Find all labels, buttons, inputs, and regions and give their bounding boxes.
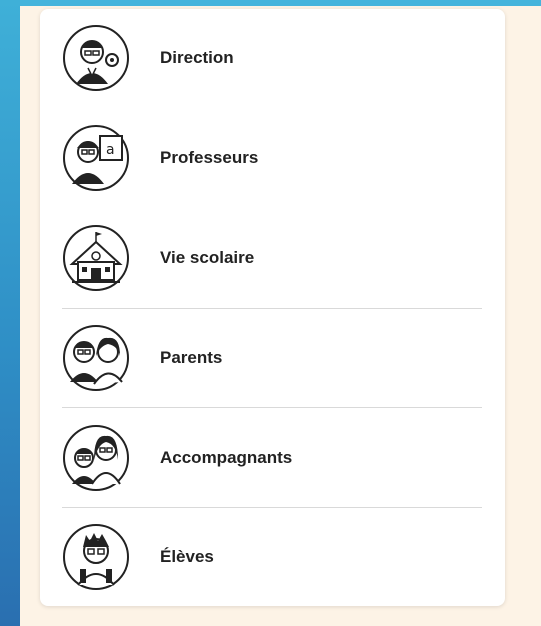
divider	[62, 407, 482, 408]
role-label-vie-scolaire: Vie scolaire	[160, 248, 255, 267]
role-label-accompagnants: Accompagnants	[160, 448, 293, 467]
role-label-professeurs: Professeurs	[160, 148, 259, 167]
role-label-eleves: Élèves	[160, 547, 214, 566]
role-item-direction[interactable]: Direction	[62, 9, 482, 107]
role-item-parents[interactable]: Parents	[62, 309, 482, 407]
top-edge-strip	[0, 0, 541, 6]
role-item-accompagnants[interactable]: Accompagnants	[62, 409, 482, 507]
left-edge-strip	[0, 0, 20, 626]
role-selection-panel: Direction a Professeurs Vie scolaire Par…	[40, 9, 505, 606]
role-item-professeurs[interactable]: a Professeurs	[62, 109, 482, 207]
director-icon	[63, 25, 129, 91]
school-building-icon	[63, 225, 129, 291]
parents-icon	[63, 325, 129, 391]
teacher-icon: a	[63, 125, 129, 191]
student-icon	[63, 524, 129, 590]
companions-icon	[63, 425, 129, 491]
svg-text:a: a	[106, 142, 115, 158]
role-label-parents: Parents	[160, 348, 223, 367]
role-item-eleves[interactable]: Élèves	[62, 508, 482, 606]
role-label-direction: Direction	[160, 48, 234, 67]
role-item-vie-scolaire[interactable]: Vie scolaire	[62, 209, 482, 307]
